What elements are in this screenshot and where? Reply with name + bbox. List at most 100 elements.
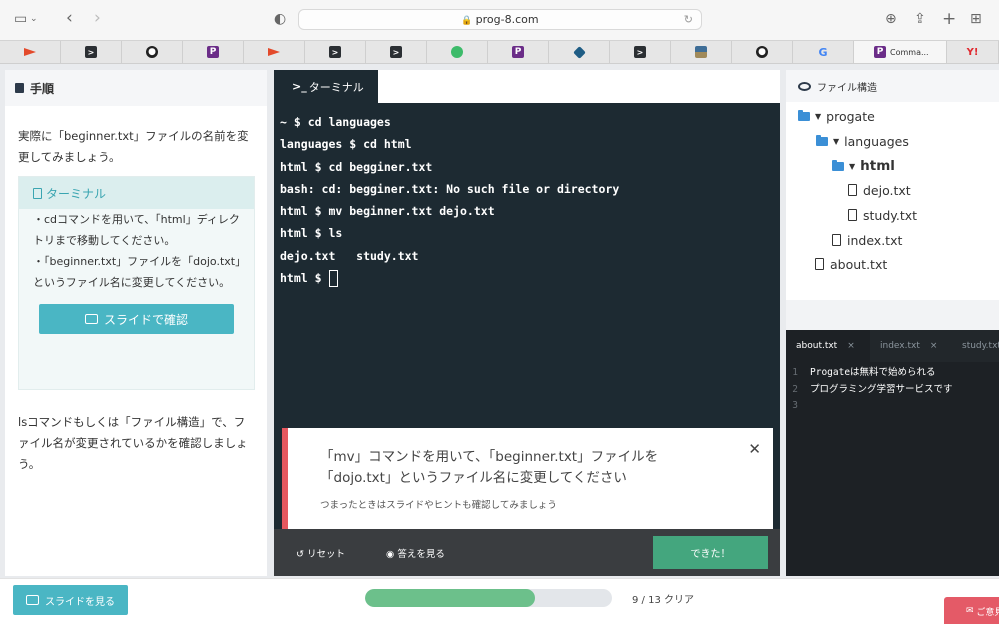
tab[interactable]: >	[61, 41, 122, 63]
tab[interactable]	[549, 41, 610, 63]
address-bar[interactable]: 🔒 prog-8.com ↻	[298, 9, 702, 30]
tree-item-label: about.txt	[830, 256, 888, 272]
terminal-tab-bar: >_ ターミナル	[274, 70, 780, 103]
progress-label: 9 / 13 クリア	[632, 595, 694, 606]
tab[interactable]: >	[610, 41, 671, 63]
file-icon	[832, 234, 841, 246]
tab[interactable]	[671, 41, 732, 63]
panel-divider	[786, 300, 999, 330]
back-arrow-icon[interactable]: ‹	[66, 10, 73, 27]
tab[interactable]: P	[488, 41, 549, 63]
task-line: 「mv」コマンドを用いて、「beginner.txt」ファイルを	[320, 449, 659, 465]
sidebar-toggle-icon[interactable]: ▭	[14, 10, 27, 28]
file-icon	[815, 258, 824, 270]
tree-item-label: html	[860, 158, 895, 174]
tree-file-about[interactable]: about.txt	[815, 254, 887, 274]
tab[interactable]: >	[305, 41, 366, 63]
url-text: prog-8.com	[475, 13, 539, 26]
tree-file-dejo[interactable]: dejo.txt	[848, 180, 911, 200]
close-icon[interactable]: ×	[847, 341, 855, 351]
terminal-icon: >	[85, 46, 97, 58]
tab[interactable]: >	[366, 41, 427, 63]
editor-tab-label: study.txt	[962, 341, 999, 351]
new-tab-icon[interactable]: +	[942, 10, 956, 28]
line-text: プログラミング学習サービスです	[810, 383, 953, 395]
download-icon[interactable]: ⊕	[885, 10, 897, 28]
editor-content[interactable]: 1 Progateは無料で始められる 2 プログラミング学習サービスです 3	[786, 362, 999, 415]
github-icon: ●	[756, 46, 768, 58]
share-icon[interactable]: ⇪	[914, 10, 926, 28]
close-icon[interactable]: ✕	[748, 440, 761, 458]
check-slide-button[interactable]: スライドで確認	[39, 304, 234, 334]
terminal-icon: >	[634, 46, 646, 58]
editor-line: 1 Progateは無料で始められる	[786, 365, 999, 382]
green-circle-icon	[451, 46, 463, 58]
tab[interactable]	[0, 41, 61, 63]
view-slides-label: スライドを見る	[45, 596, 115, 608]
tab-bar: > ● P > > P > ● G P Comma... Y!	[0, 40, 999, 64]
terminal-instructions-box: ターミナル ・cdコマンドを用いて、「html」ディレクトリまで移動してください…	[18, 176, 255, 390]
terminal-input-line[interactable]: html $	[280, 267, 780, 289]
show-answer-button[interactable]: ◉ 答えを見る	[386, 546, 445, 560]
terminal-tab-label: ターミナル	[308, 80, 364, 94]
line-number: 3	[792, 400, 798, 411]
progate-icon: P	[207, 46, 219, 58]
forward-arrow-icon[interactable]: ›	[94, 10, 101, 27]
tab[interactable]: Y!	[947, 41, 999, 63]
line-number: 2	[792, 383, 798, 395]
caret-down-icon: ▼	[815, 111, 822, 121]
slide-icon	[26, 595, 39, 605]
editor-tab-label: about.txt	[796, 341, 838, 351]
feedback-label: ご意見	[976, 607, 999, 618]
tab[interactable]	[427, 41, 488, 63]
instructions-header: 手順	[5, 70, 267, 106]
view-slides-button[interactable]: スライドを見る	[13, 585, 128, 615]
progress-bar	[365, 589, 612, 607]
done-button[interactable]: できた！	[653, 536, 768, 569]
file-structure-header: ファイル構造	[786, 70, 999, 102]
browser-toolbar: ▭ ⌄ ‹ › ◐ 🔒 prog-8.com ↻ ⊕ ⇪ + ⊞	[0, 0, 999, 40]
task-hint: つまったときはスライドやヒントも確認してみましょう	[320, 500, 557, 511]
tree-folder-html[interactable]: ▼ html	[832, 156, 895, 176]
eye-icon	[798, 81, 811, 91]
tab-title: Comma...	[890, 47, 929, 57]
tab[interactable]: G	[793, 41, 854, 63]
tab-terminal[interactable]: >_ ターミナル	[274, 70, 378, 103]
file-structure-panel: ファイル構造 ▼ progate ▼ languages ▼ html dejo.tx…	[786, 70, 999, 576]
chevron-down-icon[interactable]: ⌄	[30, 10, 38, 28]
reset-icon: ↺	[296, 549, 304, 560]
line-number: 1	[792, 367, 798, 378]
tree-folder-progate[interactable]: ▼ progate	[798, 106, 875, 126]
tab[interactable]: P	[183, 41, 244, 63]
reload-icon[interactable]: ↻	[684, 10, 693, 29]
file-icon	[848, 184, 857, 196]
reset-button[interactable]: ↺ リセット	[296, 546, 345, 560]
slide-icon	[84, 314, 98, 324]
diamond-icon	[572, 45, 586, 59]
tab-overview-icon[interactable]: ⊞	[970, 10, 982, 28]
image-icon	[695, 46, 707, 58]
tab-active[interactable]: P Comma...	[854, 41, 947, 63]
privacy-shield-icon[interactable]: ◐	[274, 10, 286, 28]
tree-file-study[interactable]: study.txt	[848, 205, 917, 225]
close-icon[interactable]: ×	[930, 341, 938, 351]
tab[interactable]	[244, 41, 305, 63]
line-text: Progateは無料で始められる	[810, 367, 936, 378]
terminal-output[interactable]: ~ $ cd languages languages $ cd html htm…	[274, 103, 780, 289]
tab-index-txt[interactable]: index.txt ×	[870, 330, 952, 362]
tree-folder-languages[interactable]: ▼ languages	[816, 131, 909, 151]
lock-icon: 🔒	[461, 16, 473, 26]
tab[interactable]: ●	[122, 41, 183, 63]
tree-file-index[interactable]: index.txt	[832, 230, 902, 250]
folder-icon	[816, 134, 828, 146]
instruction-step: ・「beginner.txt」ファイルを「dojo.txt」というファイル名に変…	[33, 255, 241, 289]
tree-item-label: languages	[844, 133, 909, 149]
feedback-button[interactable]: ✉ ご意見	[944, 597, 999, 624]
tab-about-txt[interactable]: about.txt ×	[786, 330, 870, 362]
terminal-prompt: html $	[280, 271, 329, 286]
tab-study-txt[interactable]: study.txt	[952, 330, 999, 362]
tree-item-label: study.txt	[863, 207, 918, 223]
bottom-bar: スライドを見る 9 / 13 クリア ✉ ご意見	[0, 578, 999, 624]
terminal-cursor	[329, 270, 339, 288]
tab[interactable]: ●	[732, 41, 793, 63]
